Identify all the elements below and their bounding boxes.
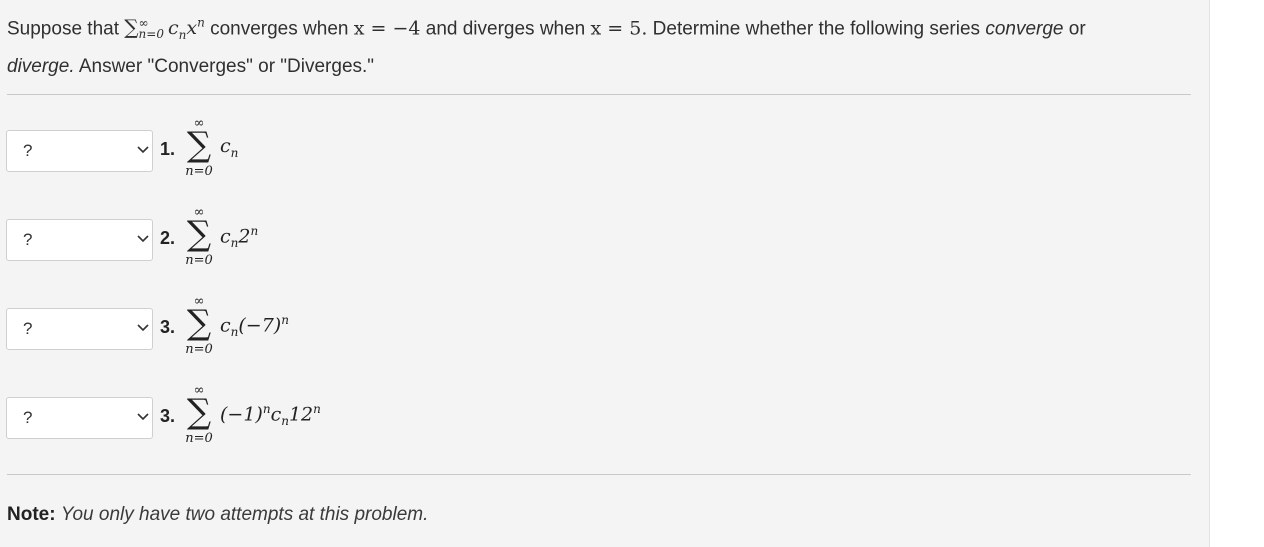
select-value: ?	[23, 141, 33, 160]
chevron-down-icon[interactable]	[137, 146, 149, 154]
chevron-down-icon[interactable]	[137, 413, 149, 421]
item-number: 3.	[160, 317, 176, 337]
question-item-4: ? 3. ∞ ∑ n=0 (−1)ncn12n	[6, 384, 606, 446]
sum-symbol: ∞ ∑ n=0	[182, 295, 216, 367]
word-diverge: diverge.	[7, 56, 75, 78]
attempts-note: Note: You only have two attempts at this…	[7, 504, 428, 526]
divider-bottom	[7, 474, 1191, 475]
prompt-tail: Answer "Converges" or "Diverges."	[74, 56, 375, 78]
sum-symbol: ∞ ∑ n=0	[182, 384, 216, 456]
question-item-1: ? 1. ∞ ∑ n=0 cn	[6, 117, 606, 179]
series-term: cn	[220, 135, 239, 160]
question-item-2: ? 2. ∞ ∑ n=0 cn2n	[6, 206, 606, 268]
answer-select-3[interactable]: ?	[6, 308, 153, 350]
series-term: (−1)ncn12n	[220, 402, 321, 429]
series-term: cn(−7)n	[220, 313, 289, 340]
answer-select-4[interactable]: ?	[6, 397, 153, 439]
item-number: 3.	[160, 406, 176, 426]
inline-sum-symbol: ∑	[124, 15, 139, 40]
prompt-lead: Suppose that	[7, 18, 119, 40]
chevron-down-icon[interactable]	[137, 235, 149, 243]
prompt-mid2: and diverges when	[420, 18, 591, 40]
inline-sum-term: cnxn	[167, 16, 205, 43]
item-number: 2.	[160, 228, 176, 248]
sum-lower-limit: n=0	[185, 431, 213, 446]
answer-select-1[interactable]: ?	[6, 130, 153, 172]
condition-converges: x = −4	[353, 17, 421, 40]
question-item-3: ? 3. ∞ ∑ n=0 cn(−7)n	[6, 295, 606, 357]
word-converge: converge	[985, 18, 1064, 40]
prompt-mid3: Determine whether the following series	[647, 18, 986, 40]
prompt-mid4: or	[1063, 18, 1086, 40]
problem-statement: Suppose that ∑ ∞ n=0 cnxn converges when x …	[7, 8, 1197, 82]
chevron-down-icon[interactable]	[137, 324, 149, 332]
select-value: ?	[23, 408, 33, 427]
select-value: ?	[23, 230, 33, 249]
sum-lower-limit: n=0	[185, 342, 213, 357]
answer-select-2[interactable]: ?	[6, 219, 153, 261]
inline-sum-lower: n=0	[138, 27, 164, 42]
note-label: Note:	[7, 504, 56, 525]
note-text: You only have two attempts at this probl…	[60, 504, 429, 525]
problem-panel: Suppose that ∑ ∞ n=0 cnxn converges when x …	[0, 0, 1210, 547]
sum-symbol: ∞ ∑ n=0	[182, 206, 216, 278]
sum-lower-limit: n=0	[185, 253, 213, 268]
divider-top	[7, 94, 1191, 95]
prompt-mid1: converges when	[204, 18, 354, 40]
item-number: 1.	[160, 139, 176, 159]
inline-sum-limits: ∞ n=0	[138, 17, 164, 42]
condition-diverges: x = 5.	[590, 17, 648, 40]
sum-lower-limit: n=0	[185, 164, 213, 179]
series-term: cn2n	[220, 224, 259, 251]
select-value: ?	[23, 319, 33, 338]
sum-symbol: ∞ ∑ n=0	[182, 117, 216, 189]
